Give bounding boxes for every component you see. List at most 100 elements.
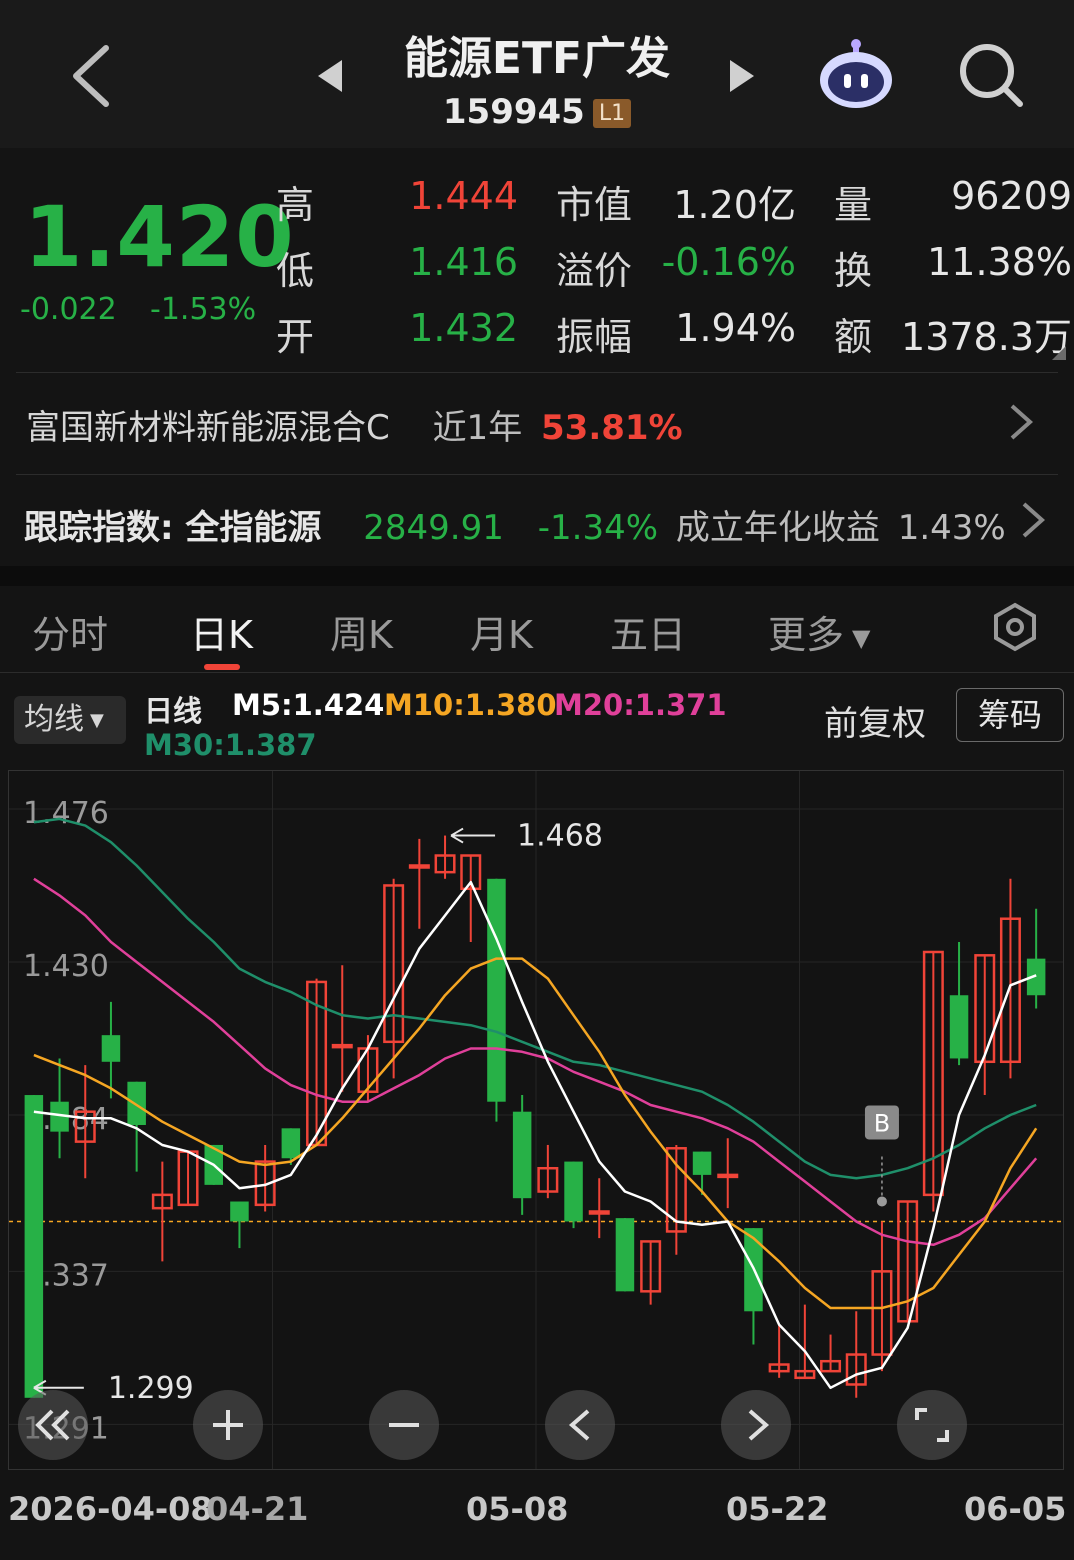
candle-body-up	[408, 864, 430, 869]
max-arrow-icon	[450, 827, 496, 844]
since-inception-value: 1.43%	[897, 508, 1006, 548]
x-tick-label: 05-08	[466, 1490, 569, 1528]
fund-name: 富国新材料新能源混合C	[26, 408, 390, 448]
chevron-right-icon	[748, 1409, 770, 1441]
chevron-right-icon[interactable]	[1008, 402, 1034, 442]
amount-label: 额	[834, 315, 873, 359]
tracking-index-row[interactable]: 跟踪指数: 全指能源 2849.91 -1.34% 成立年化收益 1.43%	[24, 500, 1006, 549]
ma5-legend: M5:1.424	[232, 688, 385, 722]
last-price: 1.420	[24, 188, 295, 286]
buy-signal-label: B	[874, 1109, 890, 1137]
section-gap	[0, 566, 1074, 586]
min-price-annotation: 1.299	[108, 1371, 194, 1406]
period-tabs	[0, 588, 1074, 672]
low-value: 1.416	[409, 240, 518, 284]
caret-down-icon: ▼	[852, 623, 871, 652]
candle-body-down	[615, 1218, 635, 1292]
tab-daily-k[interactable]: 日K	[190, 604, 253, 659]
divider	[16, 474, 1058, 475]
amount-value: 1378.3万	[901, 315, 1072, 359]
tab-more-label: 更多	[768, 613, 845, 657]
chip-distribution-button[interactable]: 筹码	[956, 688, 1064, 742]
tab-monthly-k[interactable]: 月K	[470, 604, 533, 659]
security-code-line: 159945 L1	[0, 92, 1074, 132]
plus-icon	[213, 1410, 243, 1440]
high-value: 1.444	[409, 174, 518, 218]
candle-body-down	[24, 1095, 44, 1398]
amplitude-label: 振幅	[556, 315, 633, 359]
candle-body-down	[127, 1081, 146, 1125]
candle-body-down	[101, 1035, 121, 1062]
candle-body-down	[230, 1201, 249, 1222]
level-badge: L1	[592, 99, 632, 128]
x-tick-label: 04-21	[206, 1490, 309, 1528]
next-security-icon[interactable]	[728, 58, 758, 94]
candle-body-down	[512, 1111, 532, 1199]
fund-return: 53.81%	[541, 408, 683, 448]
ma30-legend: M30:1.387	[144, 728, 317, 762]
ma10-legend: M10:1.380	[384, 688, 557, 722]
x-tick-label: 05-22	[726, 1490, 829, 1528]
tab-more[interactable]: 更多 ▼	[768, 604, 870, 659]
double-chevron-left-icon	[35, 1409, 70, 1441]
ma-type-label: 均线	[24, 702, 84, 737]
volume-value: 96209	[951, 174, 1072, 218]
price-change-pct: -1.53%	[150, 292, 257, 327]
signal-dot	[876, 1196, 887, 1207]
mktcap-value: 1.20亿	[673, 183, 796, 227]
tab-five-day[interactable]: 五日	[610, 604, 686, 659]
divider	[0, 672, 1074, 673]
ma-lines	[33, 817, 1038, 1390]
candle-body-down	[949, 995, 969, 1059]
divider	[16, 372, 1058, 373]
volume-label: 量	[834, 183, 873, 227]
high-label: 高	[276, 183, 315, 227]
kline-chart[interactable]: 1.4761.4301.3841.3371.291 1.4681.299B	[8, 770, 1064, 1470]
x-tick-label: 2026-04-08	[8, 1490, 213, 1528]
ma20-legend: M20:1.371	[554, 688, 727, 722]
open-label: 开	[276, 315, 315, 359]
caret-down-icon: ▼	[90, 709, 104, 731]
turnover-label: 换	[834, 249, 873, 293]
since-inception-label: 成立年化收益	[675, 508, 880, 548]
tracking-index-change: -1.34%	[537, 508, 659, 548]
m20-line	[33, 877, 1038, 1247]
y-tick-label: 1.476	[23, 796, 109, 831]
y-tick-label: 1.430	[23, 949, 109, 984]
candle-body-up	[331, 1043, 353, 1049]
open-value: 1.432	[409, 306, 518, 350]
robot-assistant-icon[interactable]	[816, 36, 896, 112]
price-adjust-toggle[interactable]: 前复权	[824, 696, 926, 745]
candle-body-down	[564, 1161, 583, 1222]
minus-icon	[389, 1423, 419, 1427]
candle-body-up	[717, 1173, 739, 1179]
mktcap-label: 市值	[556, 183, 633, 227]
candle-body-up	[588, 1210, 610, 1215]
tab-intraday[interactable]: 分时	[32, 604, 108, 659]
expand-corner-icon[interactable]	[1052, 346, 1066, 360]
fund-period: 近1年	[432, 408, 523, 448]
tab-weekly-k[interactable]: 周K	[330, 604, 393, 659]
related-fund-row[interactable]: 富国新材料新能源混合C 近1年 53.81%	[26, 400, 683, 449]
chart-grid	[9, 771, 1063, 1469]
x-tick-label: 06-05	[964, 1490, 1067, 1528]
amplitude-value: 1.94%	[675, 306, 796, 350]
premium-value: -0.16%	[661, 240, 796, 284]
tracking-index-label: 跟踪指数: 全指能源	[24, 508, 322, 548]
candle-body-down	[692, 1151, 712, 1175]
settings-hexagon-icon[interactable]	[990, 602, 1040, 652]
kline-period-label: 日线	[144, 694, 203, 728]
security-name: 能源ETF广发	[403, 33, 671, 84]
candle-body-down	[487, 878, 506, 1102]
candle-body-down	[281, 1128, 301, 1159]
chevron-right-icon[interactable]	[1020, 500, 1046, 540]
low-label: 低	[276, 249, 315, 293]
security-code: 159945	[442, 92, 585, 132]
search-icon[interactable]	[956, 40, 1026, 110]
ma-type-dropdown[interactable]: 均线 ▼	[14, 696, 126, 744]
premium-label: 溢价	[556, 249, 633, 293]
turnover-value: 11.38%	[927, 240, 1072, 284]
annotations: 1.468 1.299 B	[33, 819, 899, 1406]
active-tab-indicator	[204, 664, 240, 670]
chevron-left-icon	[568, 1409, 590, 1441]
